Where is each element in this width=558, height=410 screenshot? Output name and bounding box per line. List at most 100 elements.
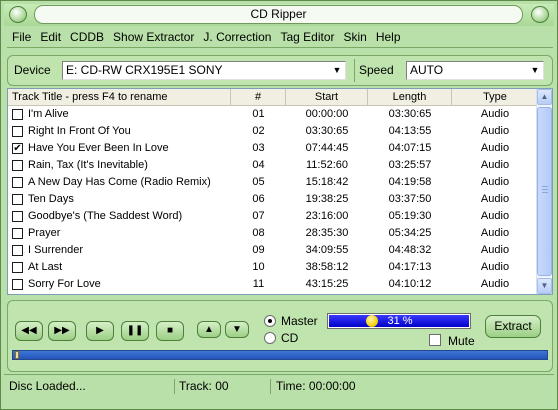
track-type: Audio: [480, 210, 510, 222]
pause-button[interactable]: ❚❚: [121, 321, 149, 341]
track-title: At Last: [28, 261, 63, 273]
track-type: Audio: [480, 142, 510, 154]
extract-button[interactable]: Extract: [485, 315, 541, 338]
column-header-start[interactable]: Start: [286, 89, 368, 106]
table-row[interactable]: Sorry For Love 11 43:15:25 04:10:12 Audio: [8, 276, 538, 293]
table-row[interactable]: Prayer 08 28:35:30 05:34:25 Audio: [8, 225, 538, 242]
track-length: 04:17:13: [388, 261, 432, 273]
status-message: Disc Loaded...: [9, 379, 86, 393]
track-type: Audio: [480, 125, 510, 137]
track-checkbox[interactable]: [12, 126, 23, 137]
table-row[interactable]: I'm Alive 01 00:00:00 03:30:65 Audio: [8, 106, 538, 123]
close-button[interactable]: [531, 6, 549, 23]
menu-show-extractor[interactable]: Show Extractor: [109, 29, 199, 47]
track-type: Audio: [480, 108, 510, 120]
track-checkbox[interactable]: [12, 160, 23, 171]
play-icon: ▶: [96, 325, 104, 336]
track-checkbox[interactable]: [12, 109, 23, 120]
radio-master-label[interactable]: Master: [281, 314, 318, 328]
volume-slider[interactable]: 31 %: [327, 313, 471, 329]
track-type: Audio: [480, 159, 510, 171]
radio-master[interactable]: [264, 315, 276, 327]
menu-tag-editor[interactable]: Tag Editor: [276, 29, 339, 47]
mute-checkbox[interactable]: [429, 334, 441, 346]
menu-skin[interactable]: Skin: [339, 29, 371, 47]
track-type: Audio: [480, 227, 510, 239]
speed-select[interactable]: AUTO ▼: [406, 61, 544, 80]
track-checkbox[interactable]: ✔: [12, 143, 23, 154]
track-start: 23:16:00: [305, 210, 349, 222]
table-row[interactable]: I Surrender 09 34:09:55 04:48:32 Audio: [8, 242, 538, 259]
track-length: 03:30:65: [388, 108, 432, 120]
table-row[interactable]: At Last 10 38:58:12 04:17:13 Audio: [8, 259, 538, 276]
scroll-thumb[interactable]: [537, 107, 552, 276]
stop-button[interactable]: ■: [156, 321, 184, 341]
table-body: I'm Alive 01 00:00:00 03:30:65 Audio Right In…: [8, 106, 538, 293]
track-type: Audio: [480, 176, 510, 188]
device-select-value: E: CD-RW CRX195E1 SONY: [66, 63, 223, 77]
track-length: 04:19:58: [388, 176, 432, 188]
track-checkbox[interactable]: [12, 262, 23, 273]
menu-cddb[interactable]: CDDB: [66, 29, 109, 47]
column-header-title[interactable]: Track Title - press F4 to rename: [8, 89, 231, 106]
track-title: Prayer: [28, 227, 61, 239]
progress-handle[interactable]: [15, 351, 19, 359]
rewind-button[interactable]: ◀◀: [15, 321, 43, 341]
track-length: 03:25:57: [388, 159, 432, 171]
menu-file[interactable]: File: [7, 29, 36, 47]
track-checkbox[interactable]: [12, 194, 23, 205]
previous-track-button[interactable]: ▲: [197, 321, 221, 338]
track-checkbox[interactable]: [12, 228, 23, 239]
fast-forward-icon: ▶▶: [54, 325, 70, 336]
status-time: Time: 00:00:00: [276, 379, 356, 393]
menu-edit[interactable]: Edit: [36, 29, 66, 47]
speed-select-value: AUTO: [410, 63, 444, 77]
track-start: 03:30:65: [305, 125, 349, 137]
grip-line: [542, 186, 548, 187]
table-row[interactable]: A New Day Has Come (Radio Remix) 05 15:18:…: [8, 174, 538, 191]
play-button[interactable]: ▶: [86, 321, 114, 341]
table-row[interactable]: Ten Days 06 19:38:25 03:37:50 Audio: [8, 191, 538, 208]
track-checkbox[interactable]: [12, 245, 23, 256]
track-number: 01: [252, 108, 265, 120]
mute-label[interactable]: Mute: [448, 334, 475, 348]
vertical-scrollbar[interactable]: ▲ ▼: [536, 89, 552, 294]
chevron-down-icon[interactable]: ▼: [330, 63, 344, 78]
device-label: Device: [14, 63, 51, 77]
track-number: 06: [252, 193, 265, 205]
track-length: 05:19:30: [388, 210, 432, 222]
table-row[interactable]: Goodbye's (The Saddest Word) 07 23:16:00 05…: [8, 208, 538, 225]
status-separator: [174, 379, 175, 394]
status-divider: [4, 374, 554, 375]
track-start: 15:18:42: [305, 176, 349, 188]
next-track-button[interactable]: ▼: [225, 321, 249, 338]
table-row[interactable]: Right In Front Of You 02 03:30:65 04:13:55 A…: [8, 123, 538, 140]
track-title: Right In Front Of You: [28, 125, 131, 137]
menu-j-correction[interactable]: J. Correction: [199, 29, 276, 47]
track-checkbox[interactable]: [12, 211, 23, 222]
track-length: 03:37:50: [388, 193, 432, 205]
track-start: 43:15:25: [305, 278, 349, 290]
scroll-up-button[interactable]: ▲: [537, 89, 552, 105]
track-checkbox[interactable]: [12, 177, 23, 188]
title-bar[interactable]: CD Ripper: [4, 4, 554, 26]
menu-help[interactable]: Help: [372, 29, 406, 47]
radio-cd-label[interactable]: CD: [281, 331, 298, 345]
device-select[interactable]: E: CD-RW CRX195E1 SONY ▼: [62, 61, 346, 80]
extraction-progress[interactable]: [12, 350, 548, 360]
scroll-down-button[interactable]: ▼: [537, 278, 552, 294]
column-header-length[interactable]: Length: [368, 89, 452, 106]
column-header-type[interactable]: Type: [452, 89, 538, 106]
track-checkbox[interactable]: [12, 279, 23, 290]
system-menu-button[interactable]: [9, 6, 27, 23]
chevron-down-icon[interactable]: ▼: [528, 63, 542, 78]
fast-forward-button[interactable]: ▶▶: [48, 321, 76, 341]
table-row[interactable]: ✔ Have You Ever Been In Love 03 07:44:45 04:…: [8, 140, 538, 157]
triangle-down-icon: ▼: [232, 324, 242, 335]
cd-ripper-window: CD Ripper File Edit CDDB Show Extractor …: [0, 0, 558, 410]
track-number: 02: [252, 125, 265, 137]
table-row[interactable]: Rain, Tax (It's Inevitable) 04 11:52:60 03:…: [8, 157, 538, 174]
track-start: 34:09:55: [305, 244, 349, 256]
radio-cd[interactable]: [264, 332, 276, 344]
column-header-number[interactable]: #: [231, 89, 286, 106]
